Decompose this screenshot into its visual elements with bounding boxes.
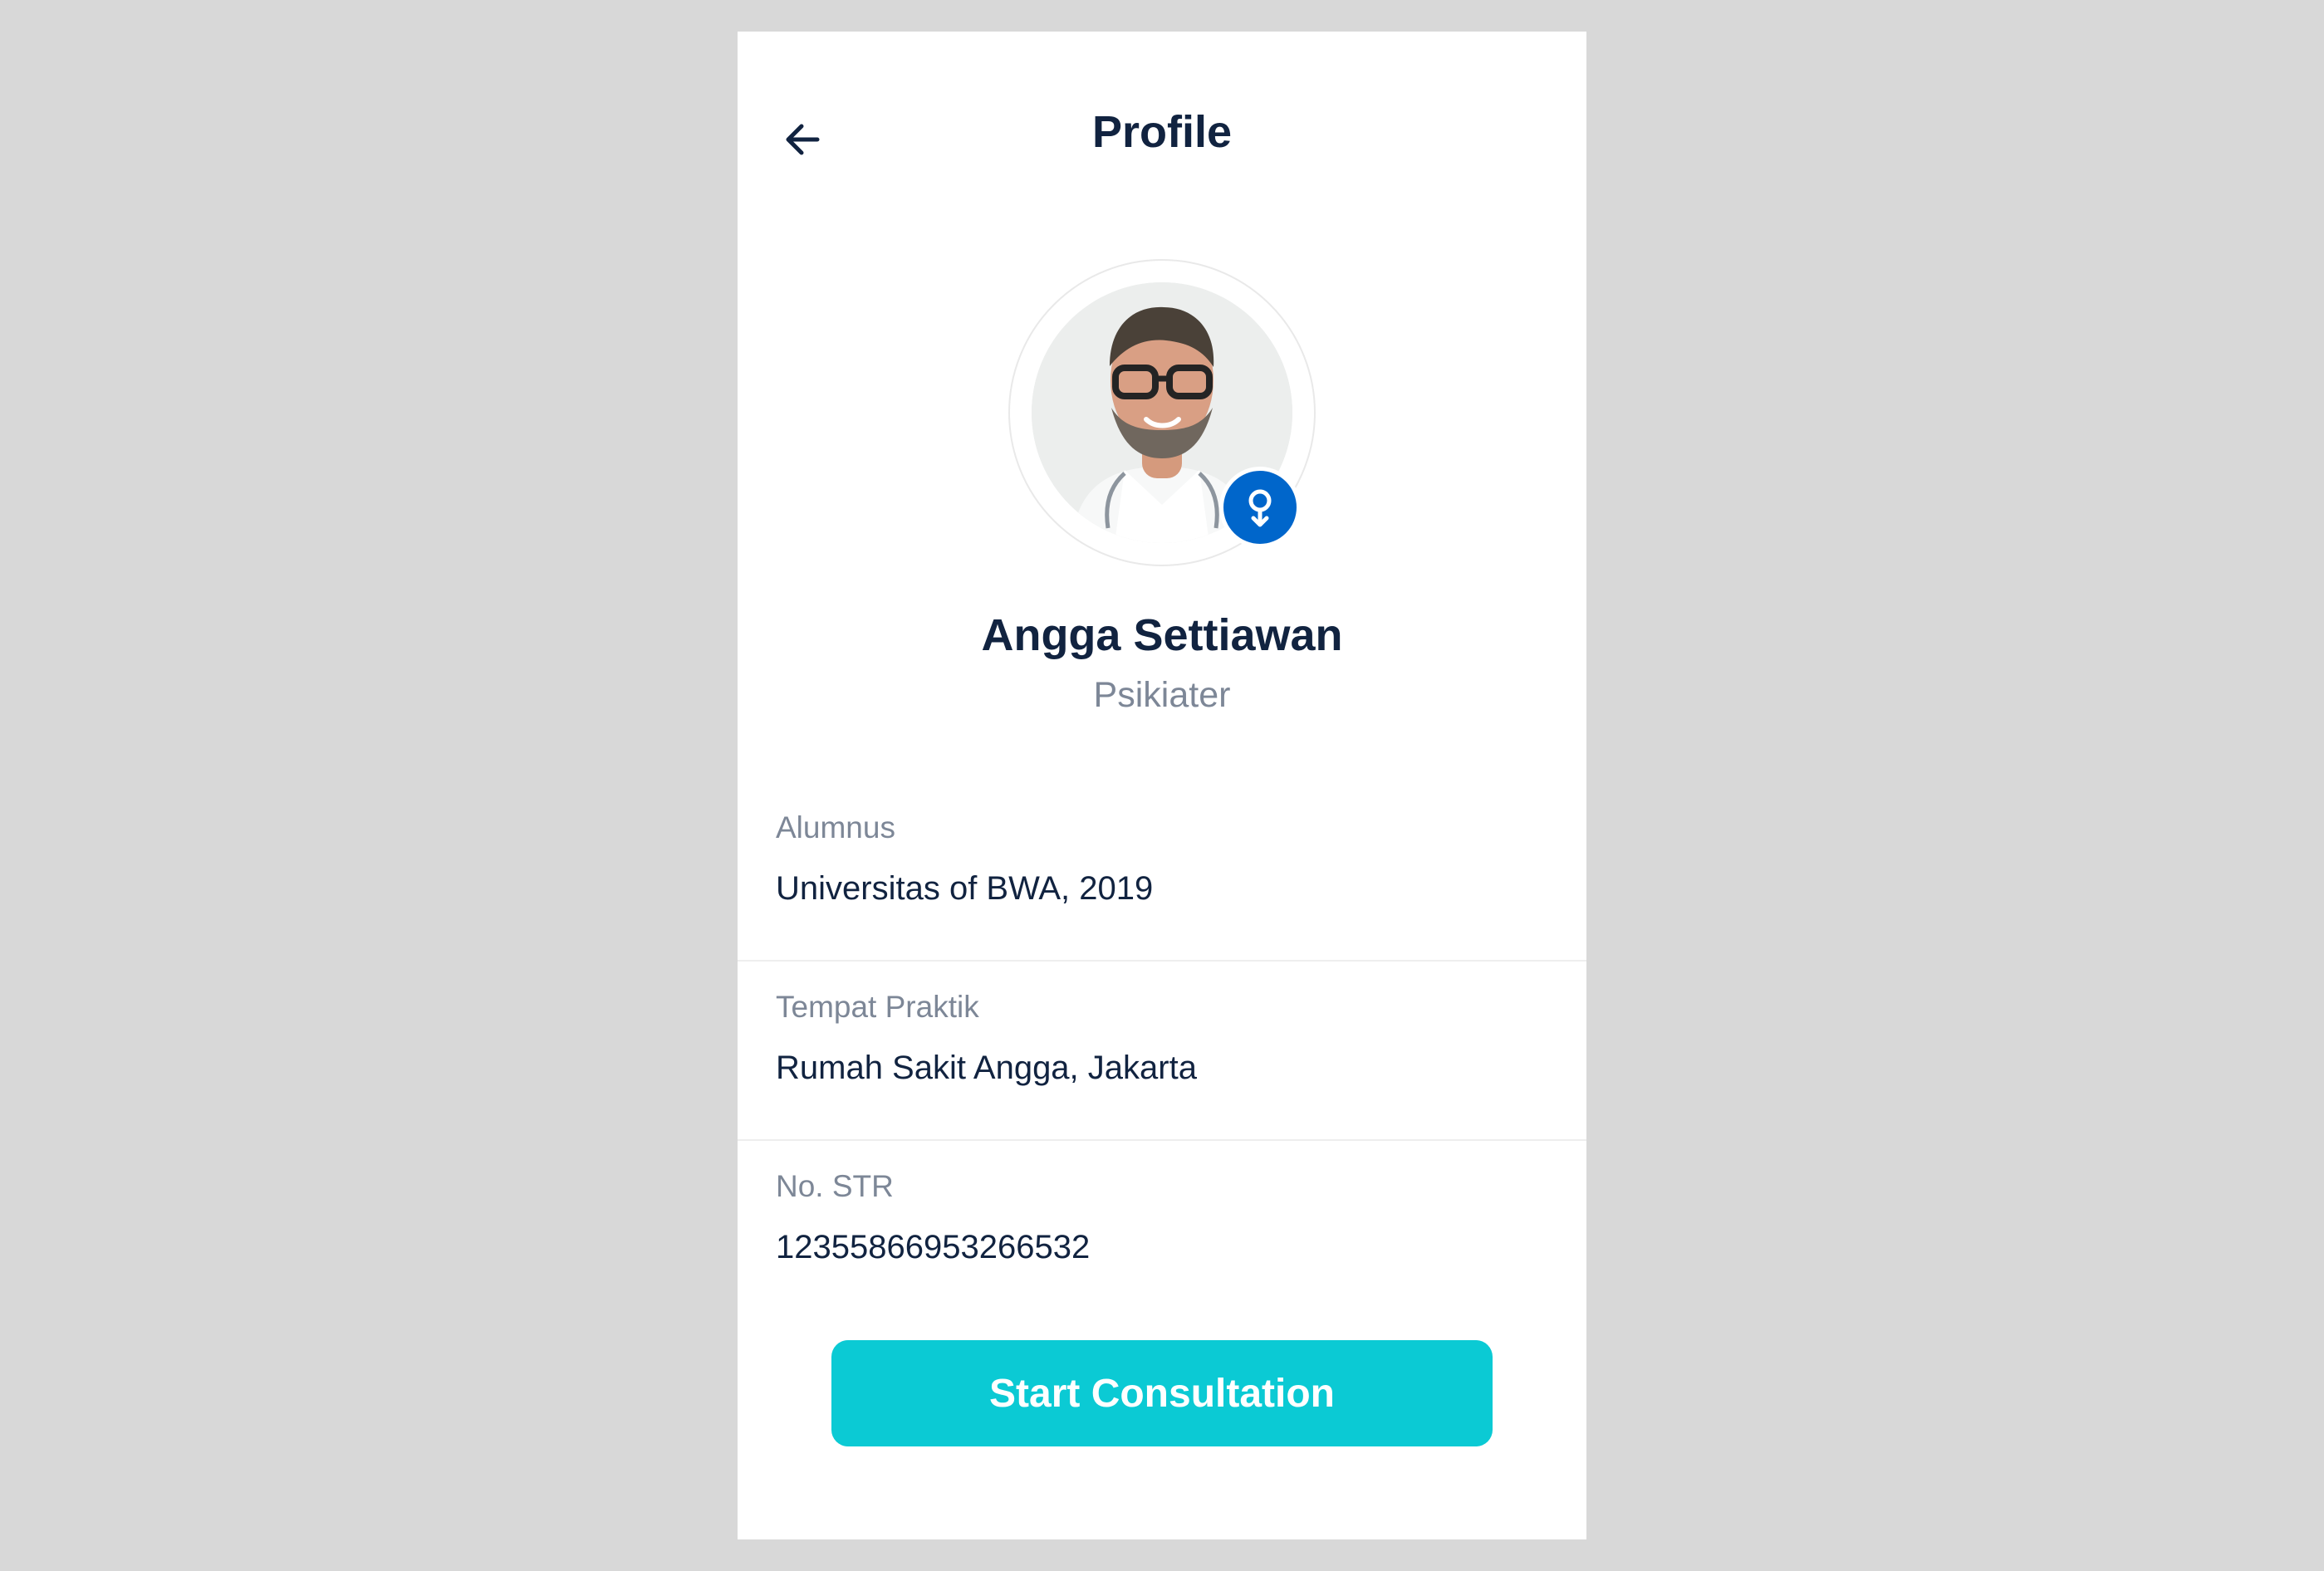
doctor-name: Angga Settiawan — [981, 610, 1343, 660]
page-title: Profile — [1091, 107, 1233, 157]
info-label: Alumnus — [776, 810, 895, 844]
alumnus-info: Alumnus Universitas of BWA, 2019 — [738, 782, 1586, 962]
info-label: No. STR — [776, 1169, 894, 1203]
doctor-specialty: Psikiater — [1093, 675, 1231, 715]
start-consultation-button[interactable]: Start Consultation — [831, 1340, 1493, 1446]
doctor-avatar-group — [1008, 259, 1316, 566]
profile-header: Profile — [738, 32, 1586, 239]
info-label: Tempat Praktik — [776, 990, 979, 1024]
practice-location-info: Tempat Praktik Rumah Sakit Angga, Jakart… — [738, 962, 1586, 1141]
str-number-info: No. STR 12355866953266532 — [738, 1141, 1586, 1320]
female-gender-icon — [1248, 489, 1272, 527]
info-value: Rumah Sakit Angga, Jakarta — [776, 1050, 1197, 1086]
info-value: 12355866953266532 — [776, 1229, 1091, 1265]
info-value: Universitas of BWA, 2019 — [776, 870, 1154, 907]
profile-screen: Profile Angga Settiawan Psikiater Alumnu… — [738, 32, 1586, 1539]
gender-badge — [1219, 467, 1301, 548]
